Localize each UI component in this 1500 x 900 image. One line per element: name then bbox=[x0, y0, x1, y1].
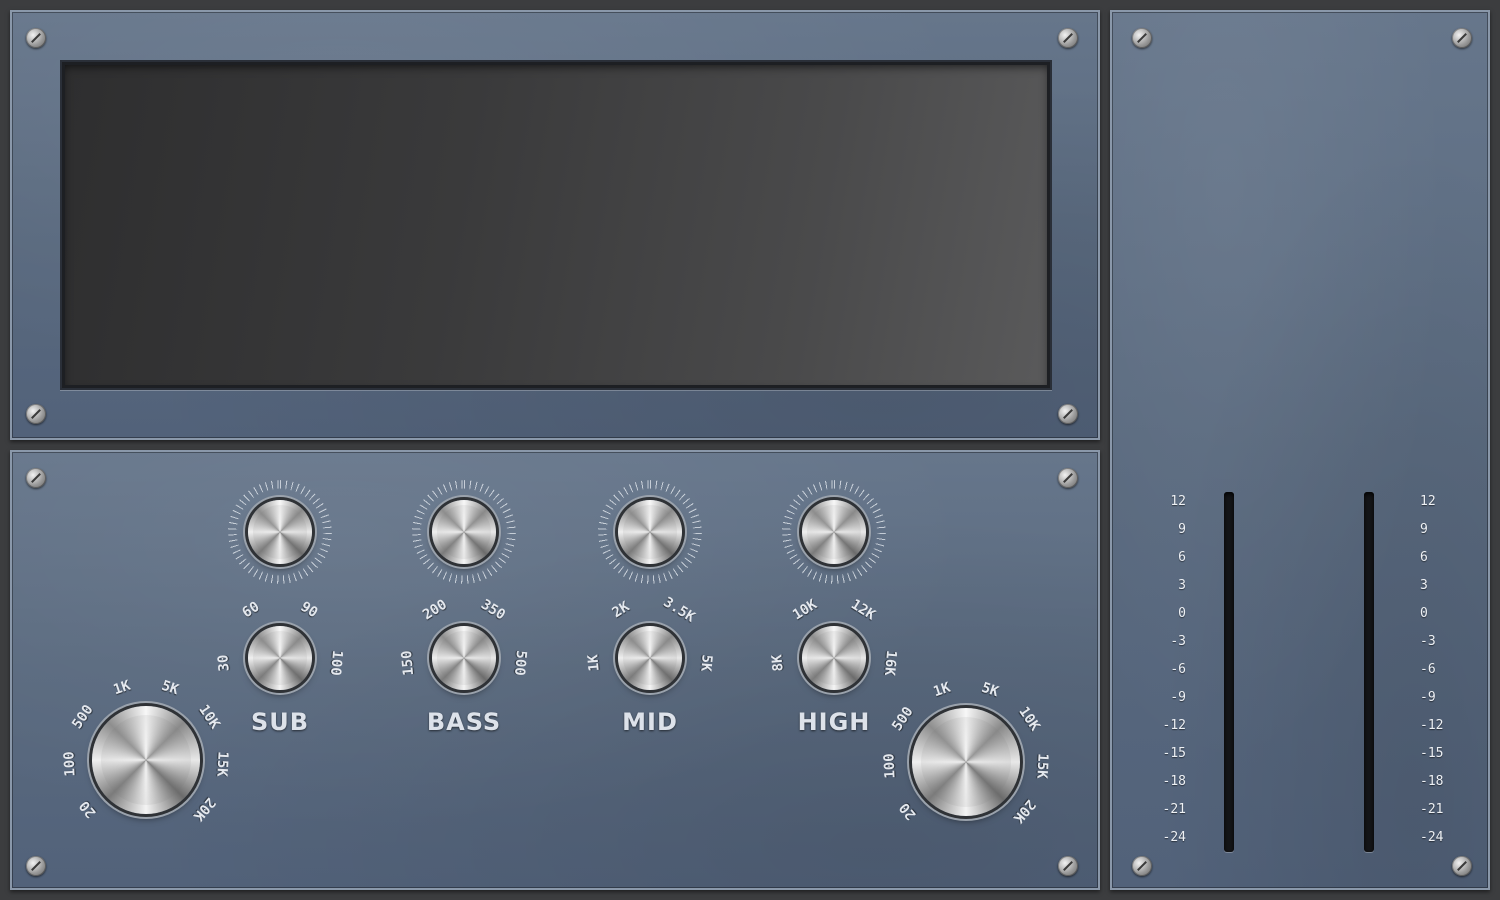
sub-scale-label: 100 bbox=[326, 649, 345, 677]
bass-scale-label: 200 bbox=[419, 596, 450, 624]
meter-scale-label: -18 bbox=[1162, 774, 1186, 789]
sub-scale-label: 30 bbox=[215, 653, 233, 672]
meter-scale-label: 6 bbox=[1178, 550, 1186, 565]
screw-icon bbox=[26, 856, 46, 876]
screw-icon bbox=[26, 404, 46, 424]
meter-scale-label: -24 bbox=[1162, 830, 1186, 845]
meter-scale-label: 9 bbox=[1420, 522, 1428, 537]
meter-scale-label: 0 bbox=[1420, 606, 1428, 621]
frequency-scale-label: 1K bbox=[931, 679, 953, 701]
right-level-meter bbox=[1364, 492, 1374, 852]
mid-scale-label: 3.5K bbox=[660, 594, 698, 626]
meter-scale-label: -3 bbox=[1420, 634, 1436, 649]
frequency-scale-label: 500 bbox=[889, 704, 917, 735]
sub-band-label: SUB bbox=[250, 708, 310, 736]
bass-scale-label: 500 bbox=[510, 649, 529, 677]
high-scale-label: 12K bbox=[848, 596, 879, 624]
high-band-label: HIGH bbox=[797, 708, 871, 736]
eq-control-panel: 20 100 500 1K 5K 10K 15K 20K 20 100 500 1K 5K 10K 15K… bbox=[10, 450, 1100, 890]
screw-icon bbox=[26, 468, 46, 488]
meter-scale-label: -12 bbox=[1162, 718, 1186, 733]
mid-band-label: MID bbox=[622, 708, 678, 736]
meter-scale-label: 6 bbox=[1420, 550, 1428, 565]
meter-scale-label: -24 bbox=[1420, 830, 1444, 845]
screw-icon bbox=[1452, 856, 1472, 876]
sub-gain-knob[interactable] bbox=[248, 500, 312, 564]
bass-band-label: BASS bbox=[426, 708, 502, 736]
bass-scale-label: 350 bbox=[478, 596, 509, 624]
bass-frequency-knob[interactable] bbox=[432, 626, 496, 690]
high-frequency-knob[interactable] bbox=[802, 626, 866, 690]
level-meter-panel: 12 12 9 9 6 6 3 3 0 0 -3 -3 -6 -6 -9 -9 -12 -12 -15 -15 -18 -… bbox=[1110, 10, 1490, 890]
screw-icon bbox=[1132, 28, 1152, 48]
screw-icon bbox=[1058, 404, 1078, 424]
frequency-scale-label: 5K bbox=[159, 677, 181, 699]
frequency-scale-label: 15K bbox=[213, 750, 231, 777]
screw-icon bbox=[1452, 28, 1472, 48]
bass-gain-knob[interactable] bbox=[432, 500, 496, 564]
frequency-scale-label: 5K bbox=[979, 679, 1001, 701]
meter-scale-label: -18 bbox=[1420, 774, 1444, 789]
frequency-scale-label: 20 bbox=[896, 799, 920, 823]
meter-scale-label: -9 bbox=[1420, 690, 1436, 705]
meter-scale-label: -21 bbox=[1162, 802, 1186, 817]
high-scale-label: 10K bbox=[789, 596, 820, 624]
meter-scale-label: -6 bbox=[1420, 662, 1436, 677]
meter-scale-label: -15 bbox=[1162, 746, 1186, 761]
meter-scale-label: 12 bbox=[1420, 494, 1436, 509]
meter-scale-label: 12 bbox=[1170, 494, 1186, 509]
meter-scale-label: 9 bbox=[1178, 522, 1186, 537]
high-scale-label: 16K bbox=[880, 649, 899, 677]
sub-frequency-knob[interactable] bbox=[248, 626, 312, 690]
spectrum-display-screen bbox=[60, 60, 1052, 390]
bass-scale-label: 150 bbox=[399, 649, 418, 677]
mid-scale-label: 1K bbox=[585, 653, 603, 672]
mid-gain-knob[interactable] bbox=[618, 500, 682, 564]
meter-scale-label: -12 bbox=[1420, 718, 1444, 733]
screw-icon bbox=[1058, 28, 1078, 48]
sub-scale-label: 90 bbox=[298, 599, 321, 622]
high-scale-label: 8K bbox=[769, 653, 787, 672]
frequency-scale-label: 1K bbox=[111, 677, 133, 699]
frequency-scale-label: 20K bbox=[1009, 796, 1039, 826]
high-gain-knob[interactable] bbox=[802, 500, 866, 564]
frequency-scale-label: 500 bbox=[69, 702, 97, 733]
frequency-scale-label: 20 bbox=[76, 797, 100, 821]
frequency-scale-label: 100 bbox=[61, 750, 79, 777]
screw-icon bbox=[1058, 468, 1078, 488]
low-cut-frequency-knob[interactable] bbox=[92, 706, 200, 814]
high-cut-frequency-knob[interactable] bbox=[912, 708, 1020, 816]
screw-icon bbox=[26, 28, 46, 48]
mid-frequency-knob[interactable] bbox=[618, 626, 682, 690]
left-level-meter bbox=[1224, 492, 1234, 852]
meter-scale-label: 0 bbox=[1178, 606, 1186, 621]
meter-scale-label: -15 bbox=[1420, 746, 1444, 761]
meter-scale-label: 3 bbox=[1178, 578, 1186, 593]
screw-icon bbox=[1132, 856, 1152, 876]
sub-scale-label: 60 bbox=[239, 599, 262, 622]
meter-scale-label: -9 bbox=[1170, 690, 1186, 705]
frequency-scale-label: 15K bbox=[1033, 752, 1051, 779]
frequency-scale-label: 100 bbox=[881, 752, 899, 779]
frequency-scale-label: 10K bbox=[195, 702, 223, 733]
meter-scale-label: 3 bbox=[1420, 578, 1428, 593]
frequency-scale-label: 10K bbox=[1015, 704, 1043, 735]
screw-icon bbox=[1058, 856, 1078, 876]
meter-scale-label: -6 bbox=[1170, 662, 1186, 677]
mid-scale-label: 2K bbox=[609, 599, 632, 622]
meter-scale-label: -3 bbox=[1170, 634, 1186, 649]
frequency-scale-label: 20K bbox=[189, 794, 219, 824]
meter-scale-label: -21 bbox=[1420, 802, 1444, 817]
display-panel bbox=[10, 10, 1100, 440]
mid-scale-label: 5K bbox=[697, 653, 715, 672]
